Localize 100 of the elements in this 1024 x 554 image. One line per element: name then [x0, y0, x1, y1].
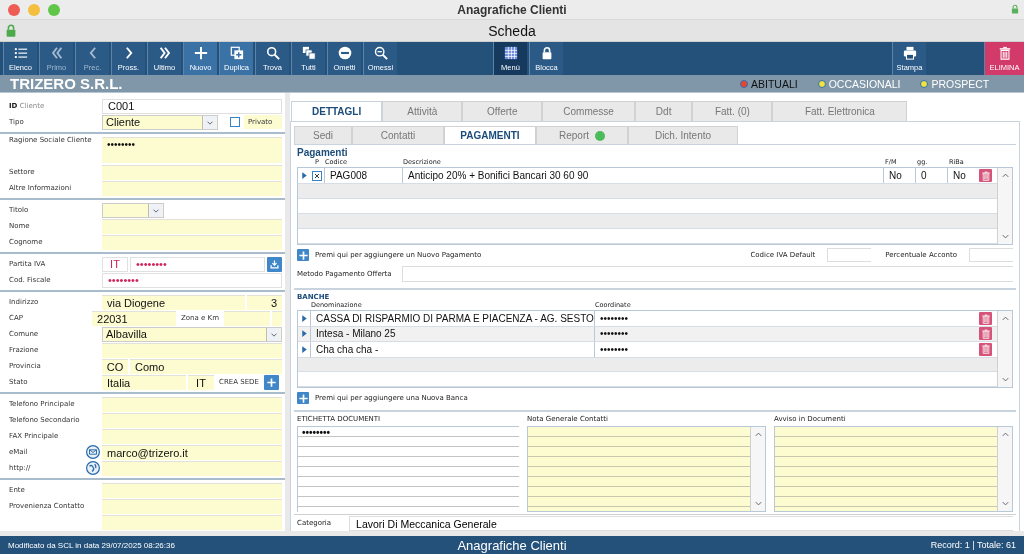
tab[interactable]: Commesse [542, 101, 635, 121]
input-field[interactable] [102, 412, 282, 428]
company-name: TRIZERO S.R.L. [9, 75, 124, 92]
scrollbar[interactable] [997, 168, 1012, 245]
tab[interactable]: Dich. Intento [628, 126, 738, 145]
input-field[interactable] [272, 310, 282, 326]
input-field[interactable]: IT [188, 374, 214, 390]
row-pointer-icon[interactable] [300, 170, 309, 182]
caret-icon [148, 203, 163, 217]
plus-icon [297, 249, 309, 261]
printer-icon [902, 46, 917, 60]
input-field[interactable]: 22031 [92, 310, 176, 326]
text-area[interactable]: •••••••• [297, 426, 519, 512]
text-area[interactable] [527, 426, 766, 512]
tab[interactable]: Attività [382, 101, 463, 121]
input-field[interactable]: C001 [102, 98, 282, 114]
tab[interactable]: Offerte [462, 101, 543, 121]
status-title: Anagrafiche Clienti [457, 537, 567, 553]
section-title: Pagamenti [297, 147, 349, 159]
tab[interactable]: Contatti [352, 126, 444, 145]
input-field[interactable]: marco@trizero.it [102, 444, 282, 460]
input-field[interactable] [827, 248, 872, 263]
checkbox[interactable] [230, 117, 240, 127]
delete-button[interactable] [979, 327, 992, 341]
tab[interactable]: Fatt. (0) [692, 101, 773, 121]
dropdown[interactable] [102, 202, 164, 218]
add-button[interactable] [297, 249, 309, 262]
delete-button[interactable] [979, 342, 992, 356]
trash-icon [980, 329, 991, 339]
caret-icon [202, 115, 217, 129]
checkbox[interactable] [312, 170, 322, 181]
grid-icon [503, 46, 518, 60]
minus-circle-icon [337, 46, 352, 60]
trash-icon [980, 344, 991, 355]
add-button[interactable] [297, 392, 309, 405]
input-field[interactable]: Italia [102, 374, 186, 390]
tab[interactable]: Ddt [634, 101, 693, 121]
delete-button[interactable] [979, 169, 992, 183]
caret-icon [266, 327, 281, 341]
input-field[interactable] [102, 498, 282, 514]
tab[interactable]: Sedi [294, 126, 352, 145]
double-chevron-left-icon [49, 46, 64, 60]
trash-icon [997, 46, 1012, 60]
minimize-button[interactable] [28, 3, 40, 16]
tab[interactable]: PAGAMENTI [444, 126, 536, 145]
row-pointer-icon[interactable] [300, 328, 309, 340]
radio-option[interactable]: ABITUALI [740, 77, 798, 90]
table-cell: CASSA DI RISPARMIO DI PARMA E PIACENZA - AG. SESTO [310, 311, 594, 326]
stacked-squares-icon [301, 46, 316, 60]
tab[interactable]: Report [536, 126, 628, 145]
table-cell: PAG008 [324, 168, 402, 183]
delete-button[interactable] [979, 312, 992, 326]
input-field[interactable]: via Diogene [102, 294, 245, 310]
input-field[interactable]: •••••••• [102, 137, 282, 163]
input-field[interactable] [102, 460, 282, 476]
scrollbar[interactable] [750, 427, 765, 511]
input-field[interactable] [102, 482, 282, 498]
input-field[interactable] [102, 396, 282, 412]
dropdown[interactable]: Cliente [102, 114, 218, 130]
table-cell: Intesa - Milano 25 [310, 326, 594, 342]
tab[interactable]: DETTAGLI [291, 101, 383, 121]
input-field[interactable]: Lavori Di Meccanica Generale [349, 515, 1013, 531]
input-field[interactable]: •••••••• [130, 256, 265, 272]
input-field[interactable] [224, 310, 270, 326]
input-field[interactable]: IT [102, 256, 128, 272]
modified-info: Modificato da SCL in data 29/07/2025 08:26:36 [8, 540, 176, 550]
dropdown[interactable]: Albavilla [102, 326, 282, 342]
scrollbar[interactable] [997, 427, 1012, 511]
input-field[interactable] [102, 342, 282, 358]
window-title: Anagrafiche Clienti [456, 2, 568, 17]
input-field[interactable] [102, 514, 282, 530]
close-button[interactable] [8, 3, 20, 16]
input-field[interactable]: 3 [247, 294, 282, 310]
input-field[interactable] [401, 266, 1013, 283]
tab[interactable]: Fatt. Elettronica [772, 101, 908, 121]
zoom-button[interactable] [48, 3, 60, 16]
input-field[interactable]: Como [130, 358, 282, 374]
input-field[interactable] [102, 218, 282, 234]
status-dot [595, 130, 605, 141]
download-button[interactable] [267, 256, 282, 272]
lock-icon[interactable] [4, 23, 18, 38]
text-area[interactable] [774, 426, 1013, 512]
check-icon [313, 171, 321, 180]
table-cell: Anticipo 20% + Bonifici Bancari 30 60 90 [402, 168, 883, 183]
row-pointer-icon[interactable] [300, 313, 309, 325]
input-field[interactable] [102, 180, 282, 196]
input-field[interactable] [102, 164, 282, 180]
radio-label: ABITUALI [751, 77, 798, 90]
input-field[interactable]: •••••••• [102, 272, 282, 288]
input-field[interactable]: CO [102, 358, 128, 374]
input-field[interactable] [102, 234, 282, 250]
table-cell: Cha cha cha - [310, 342, 594, 357]
scrollbar[interactable] [997, 311, 1012, 388]
row-pointer-icon[interactable] [300, 343, 309, 355]
list-icon [13, 46, 28, 60]
input-field[interactable] [969, 248, 1013, 263]
double-chevron-right-icon [157, 46, 172, 60]
input-field[interactable] [102, 428, 282, 444]
mail-icon[interactable] [86, 445, 100, 459]
add-button[interactable] [263, 374, 279, 390]
